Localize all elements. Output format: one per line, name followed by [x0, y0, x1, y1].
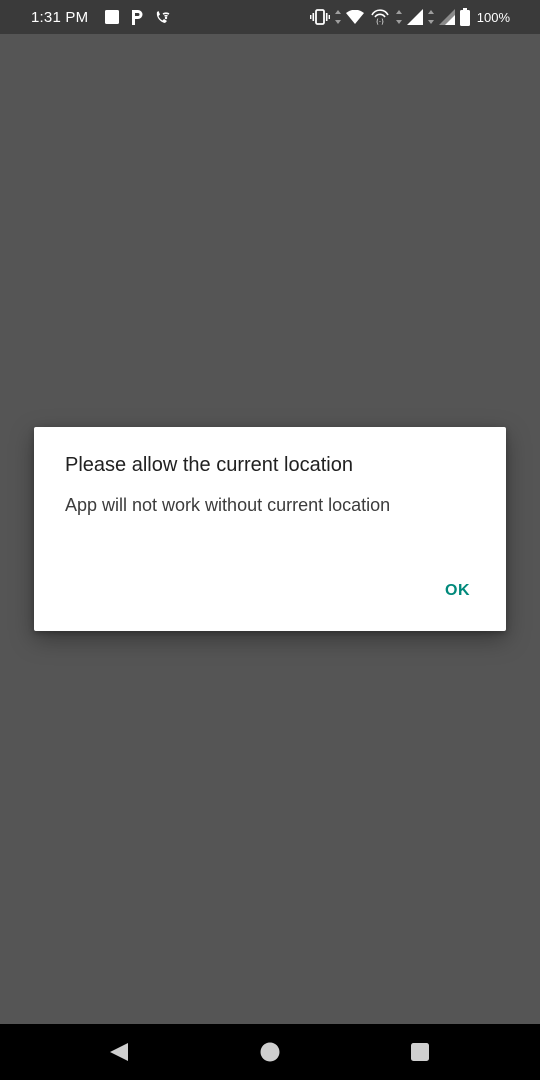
home-icon[interactable] — [259, 1041, 281, 1063]
status-left-icons — [104, 8, 172, 26]
square-notification-icon — [104, 9, 120, 25]
battery-icon — [459, 8, 470, 26]
battery-percent: 100% — [476, 9, 510, 25]
status-bar: 1:31 PM (·) 100% — [0, 0, 540, 34]
vibrate-icon — [309, 9, 330, 25]
signal-icon — [438, 9, 455, 25]
parking-icon — [130, 9, 144, 26]
status-right-icons: (·) 100% — [309, 8, 510, 26]
recents-icon[interactable] — [409, 1041, 431, 1063]
data-arrows-icon — [334, 10, 341, 24]
svg-text:(·): (·) — [376, 18, 384, 26]
signal-icon — [406, 9, 423, 25]
back-icon[interactable] — [108, 1041, 130, 1063]
navigation-bar — [0, 1024, 540, 1080]
data-arrows-icon — [427, 10, 434, 24]
dialog-title: Please allow the current location — [65, 454, 353, 476]
location-permission-dialog: Please allow the current location App wi… — [34, 427, 506, 631]
hotspot-icon: (·) — [369, 8, 391, 26]
data-arrows-icon — [395, 10, 402, 24]
wifi-icon — [345, 10, 364, 24]
status-time: 1:31 PM — [31, 9, 89, 26]
ok-button[interactable]: OK — [445, 582, 470, 600]
phone-wifi-icon — [154, 9, 172, 26]
dialog-message: App will not work without current locati… — [65, 495, 391, 515]
